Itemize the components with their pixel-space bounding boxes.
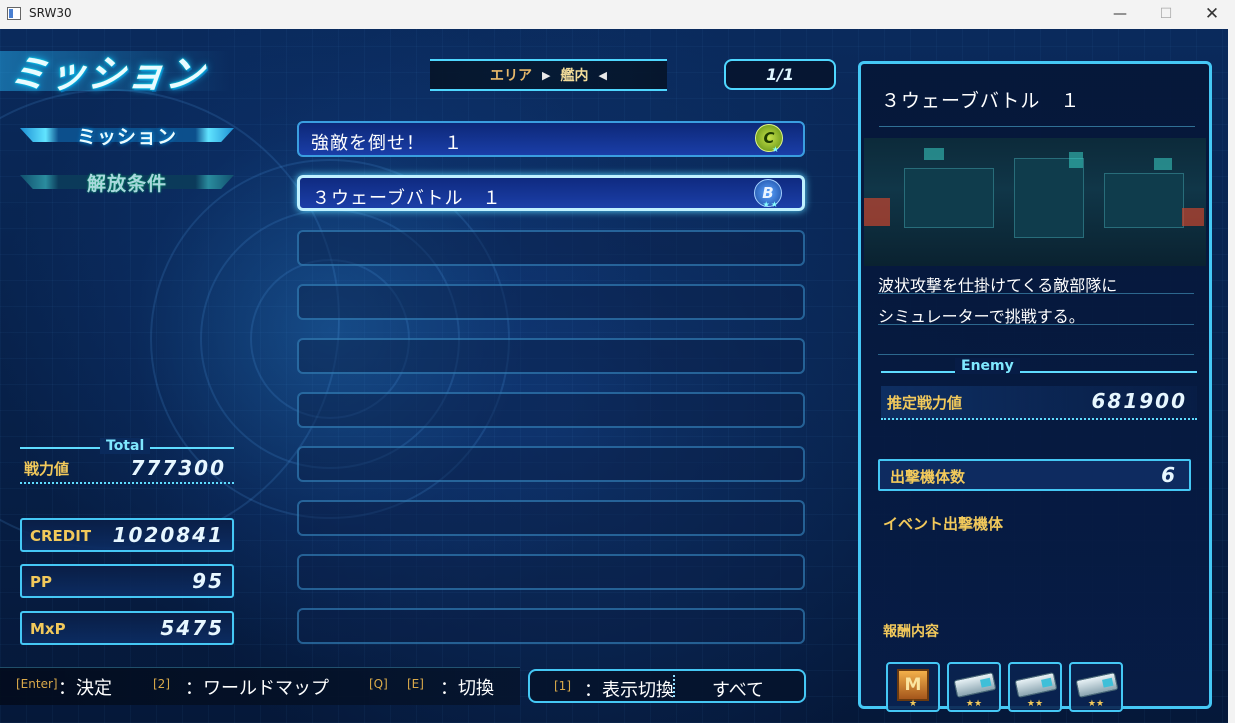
mxp-label: MxP bbox=[30, 620, 66, 638]
key-1: [1] bbox=[554, 679, 571, 693]
reward-stars: ★★ bbox=[1026, 699, 1044, 709]
mission-name: ３ウェーブバトル １ bbox=[312, 188, 502, 209]
preview-console bbox=[904, 168, 994, 228]
key-e: [E] bbox=[407, 677, 424, 691]
page-indicator: 1/1 bbox=[724, 59, 836, 90]
pp-label: PP bbox=[30, 573, 52, 591]
arrow-left-icon[interactable]: ◀ bbox=[599, 69, 607, 82]
mission-detail-panel: ３ウェーブバトル １ 波状攻撃を仕掛けてくる敵部隊に シミュレーターで挑戦する。… bbox=[858, 61, 1212, 712]
tab-mission-label: ミッション bbox=[76, 125, 177, 148]
pp-value: 95 bbox=[192, 569, 224, 593]
rank-stars: ★★ bbox=[762, 200, 779, 209]
enemy-header: Enemy bbox=[881, 358, 1197, 378]
reward-item[interactable]: M ★ bbox=[886, 662, 940, 712]
display-toggle[interactable]: [1] ：表示切換 すべて bbox=[528, 669, 806, 703]
preview-console bbox=[1014, 158, 1084, 238]
total-power-label: 戦力値 bbox=[24, 460, 70, 478]
mission-row-empty bbox=[297, 446, 805, 482]
preview-screen bbox=[1069, 152, 1083, 168]
medal-m-icon: M bbox=[897, 669, 929, 701]
sortie-count-box: 出撃機体数 6 bbox=[878, 459, 1191, 491]
estimated-power-label: 推定戦力値 bbox=[887, 394, 963, 412]
mission-row-empty bbox=[297, 230, 805, 266]
tab-unlock-conditions[interactable]: 解放条件 bbox=[20, 169, 234, 195]
mission-name: 強敵を倒せ！ １ bbox=[311, 133, 463, 154]
mission-row-empty bbox=[297, 554, 805, 590]
key-2: [2] bbox=[153, 677, 170, 691]
divider bbox=[673, 675, 675, 697]
mission-row[interactable]: 強敵を倒せ！ １ C ★ bbox=[297, 121, 805, 157]
event-units-label: イベント出撃機体 bbox=[883, 515, 1004, 533]
minimize-button[interactable]: — bbox=[1097, 0, 1143, 28]
mission-row-empty bbox=[297, 338, 805, 374]
key-enter: [Enter] bbox=[16, 677, 58, 691]
divider bbox=[878, 293, 1194, 294]
detail-title: ３ウェーブバトル １ bbox=[881, 90, 1081, 112]
area-selector[interactable]: エリア ▶ 艦内 ◀ bbox=[430, 59, 667, 91]
total-header-label: Total bbox=[100, 438, 151, 454]
tab-mission[interactable]: ミッション bbox=[20, 122, 234, 148]
credit-value: 1020841 bbox=[112, 523, 224, 547]
reward-label: 報酬内容 bbox=[883, 624, 939, 640]
mission-preview-image bbox=[864, 138, 1206, 266]
sortie-count-label: 出撃機体数 bbox=[890, 468, 966, 486]
window-title: SRW30 bbox=[29, 6, 72, 20]
mxp-value: 5475 bbox=[160, 616, 224, 640]
app-icon bbox=[7, 7, 21, 20]
reward-stars: ★★ bbox=[1087, 699, 1105, 709]
chip-item-icon bbox=[1014, 672, 1058, 698]
arrow-right-icon[interactable]: ▶ bbox=[542, 69, 550, 82]
credit-label: CREDIT bbox=[30, 527, 92, 545]
preview-console bbox=[1104, 173, 1184, 228]
chip-item-icon bbox=[953, 672, 997, 698]
divider bbox=[881, 371, 1197, 373]
divider bbox=[878, 324, 1194, 325]
screen-title: ミッション bbox=[7, 52, 207, 96]
close-button[interactable]: ✕ bbox=[1189, 0, 1235, 28]
sortie-count-value: 6 bbox=[1161, 463, 1175, 487]
reward-stars: ★ bbox=[908, 699, 918, 709]
reward-item[interactable]: ★★ bbox=[1069, 662, 1123, 712]
credit-box: CREDIT 1020841 bbox=[20, 518, 234, 552]
preview-light bbox=[864, 198, 890, 226]
estimated-power-row: 推定戦力値 681900 bbox=[881, 386, 1197, 420]
area-label: エリア bbox=[490, 68, 533, 84]
tab-unlock-conditions-label: 解放条件 bbox=[86, 172, 167, 195]
divider bbox=[878, 354, 1194, 355]
mxp-box: MxP 5475 bbox=[20, 611, 234, 645]
preview-light bbox=[1182, 208, 1204, 226]
reward-item[interactable]: ★★ bbox=[947, 662, 1001, 712]
enemy-header-label: Enemy bbox=[955, 358, 1020, 374]
total-power-value: 777300 bbox=[130, 456, 226, 480]
display-toggle-value: すべて bbox=[712, 680, 765, 701]
total-power-row: 戦力値 777300 bbox=[20, 456, 234, 484]
chip-item-icon bbox=[1075, 672, 1119, 698]
reward-item[interactable]: ★★ bbox=[1008, 662, 1062, 712]
divider bbox=[879, 126, 1195, 127]
display-toggle-label: ：表示切換 bbox=[584, 680, 674, 701]
mission-row-empty bbox=[297, 608, 805, 644]
confirm-control[interactable]: ：決定 bbox=[58, 674, 112, 700]
window-border bbox=[1228, 29, 1235, 723]
switch-control[interactable]: ：切換 bbox=[440, 674, 494, 700]
rank-stars: ★ bbox=[771, 145, 780, 154]
mission-row-empty bbox=[297, 392, 805, 428]
window-titlebar: SRW30 — ☐ ✕ bbox=[0, 0, 1235, 28]
area-value: 艦内 bbox=[560, 68, 589, 84]
preview-screen bbox=[924, 148, 944, 160]
world-map-control[interactable]: ：ワールドマップ bbox=[185, 674, 329, 700]
key-q: [Q] bbox=[369, 677, 388, 691]
estimated-power-value: 681900 bbox=[1091, 389, 1187, 413]
total-header: Total bbox=[20, 438, 234, 454]
pp-box: PP 95 bbox=[20, 564, 234, 598]
maximize-button[interactable]: ☐ bbox=[1143, 0, 1189, 28]
game-viewport: ミッション ミッション 解放条件 エリア ▶ 艦内 ◀ 1/1 強敵を倒せ！ １… bbox=[0, 29, 1228, 723]
preview-screen bbox=[1154, 158, 1172, 170]
mission-row-empty bbox=[297, 500, 805, 536]
mission-row-selected[interactable]: ３ウェーブバトル １ B ★★ bbox=[297, 175, 805, 211]
mission-row-empty bbox=[297, 284, 805, 320]
reward-stars: ★★ bbox=[965, 699, 983, 709]
